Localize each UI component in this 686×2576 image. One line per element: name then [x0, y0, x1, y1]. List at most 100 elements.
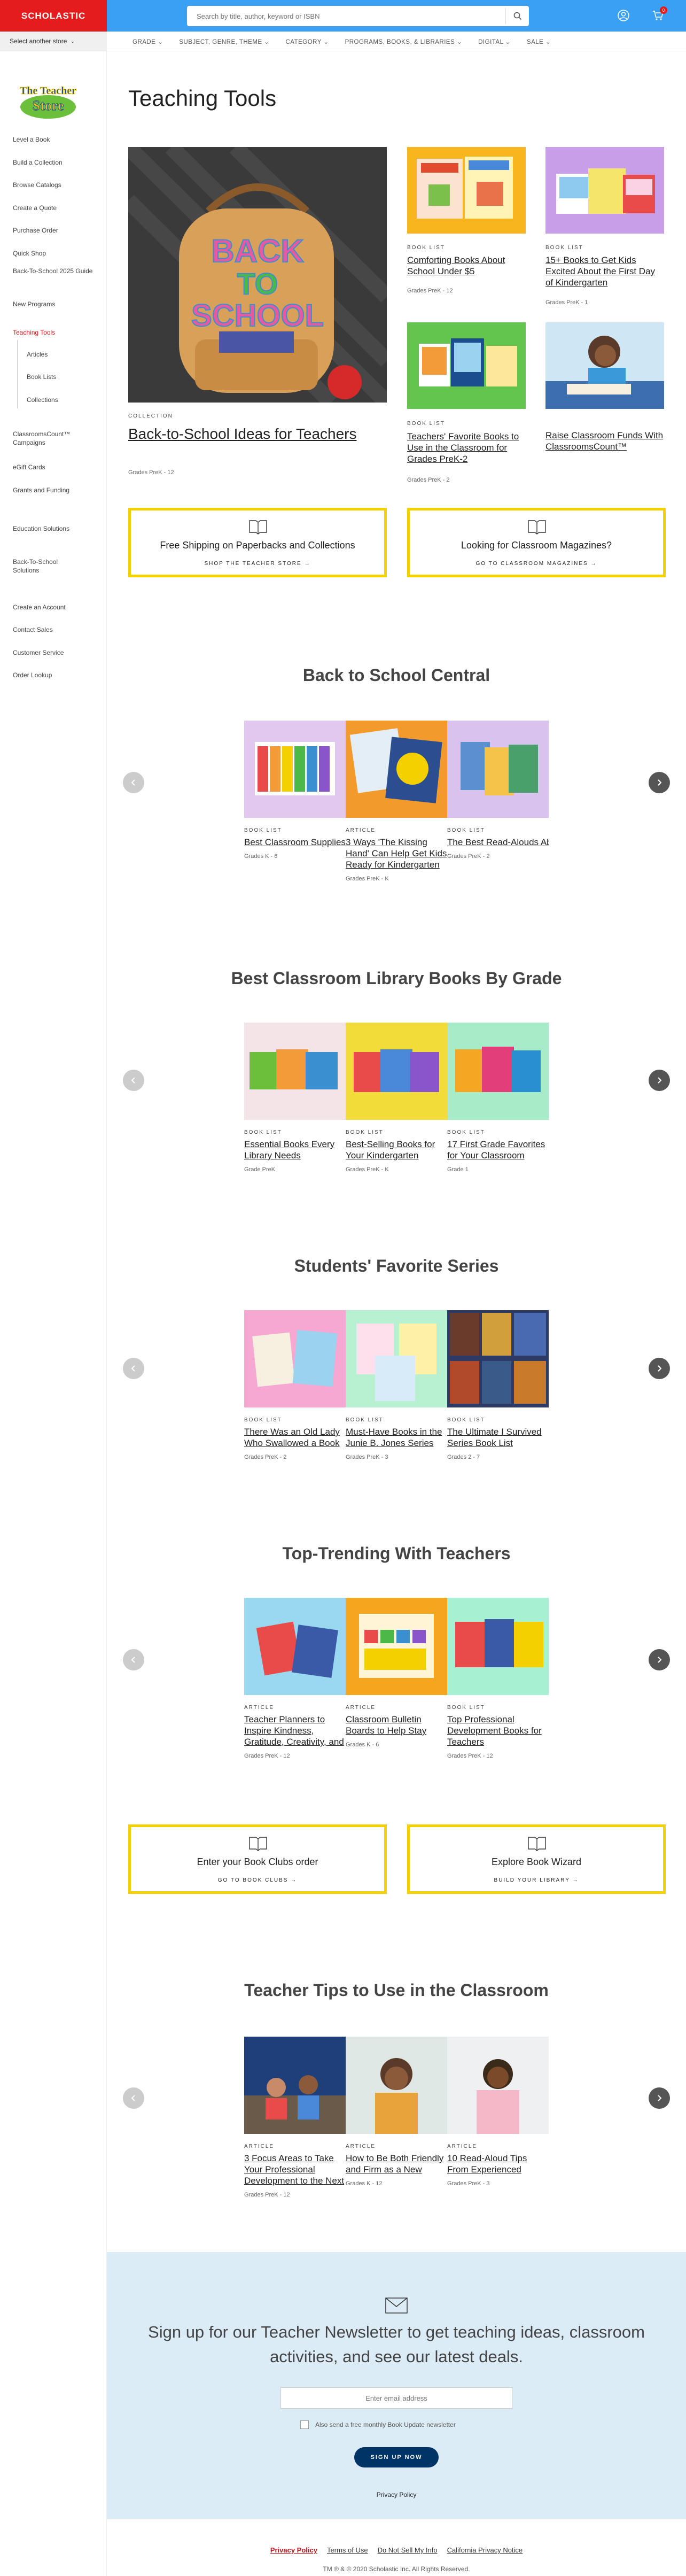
promo-link[interactable]: GO TO BOOK CLUBS →: [218, 1877, 297, 1883]
promo-classroom-magazines[interactable]: Looking for Classroom Magazines? GO TO C…: [407, 508, 666, 577]
promo-link[interactable]: BUILD YOUR LIBRARY →: [494, 1877, 579, 1883]
carousel-prev-button[interactable]: [123, 1649, 144, 1670]
book-update-checkbox[interactable]: [300, 2420, 309, 2429]
sidebar-create-account[interactable]: Create an Account: [13, 603, 104, 612]
email-field[interactable]: [280, 2387, 512, 2409]
featured-title-1[interactable]: Comforting Books About School Under $5: [407, 254, 526, 277]
carousel-card[interactable]: ARTICLE How to Be Both Friendly and Firm…: [346, 2037, 447, 2187]
promo-link[interactable]: GO TO CLASSROOM MAGAZINES →: [476, 561, 597, 567]
sidebar-egift-cards[interactable]: eGift Cards: [13, 463, 104, 471]
card-title[interactable]: 10 Read-Aloud Tips From Experienced Teac…: [447, 2153, 549, 2175]
carousel-card[interactable]: BOOK LIST Essential Books Every Library …: [244, 1023, 346, 1173]
teacher-store-logo[interactable]: The Teacher Store: [15, 82, 84, 121]
featured-title-4[interactable]: Raise Classroom Funds With ClassroomsCou…: [545, 430, 664, 452]
sidebar-new-programs[interactable]: New Programs: [13, 300, 104, 308]
cart-button[interactable]: 0: [650, 6, 667, 24]
card-title[interactable]: Best Classroom Supplies Under $5: [244, 837, 346, 848]
sidebar-teaching-tools[interactable]: Teaching Tools: [13, 328, 104, 337]
card-title[interactable]: How to Be Both Friendly and Firm as a Ne…: [346, 2153, 447, 2175]
carousel-next-button[interactable]: [649, 2087, 670, 2109]
sidebar-bts-guide[interactable]: Back-To-School 2025 Guide: [13, 267, 98, 275]
card-title[interactable]: There Was an Old Lady Who Swallowed a Bo…: [244, 1426, 346, 1449]
featured-image-4[interactable]: [545, 322, 664, 409]
featured-image-2[interactable]: [545, 147, 664, 234]
carousel-card[interactable]: ARTICLE Classroom Bulletin Boards to Hel…: [346, 1598, 447, 1748]
carousel-next-button[interactable]: [649, 772, 670, 793]
sidebar-build-collection[interactable]: Build a Collection: [13, 158, 104, 167]
card-title[interactable]: Must-Have Books in the Junie B. Jones Se…: [346, 1426, 447, 1449]
sidebar-bts-solutions[interactable]: Back-To-School Solutions: [13, 558, 82, 575]
sidebar-contact-sales[interactable]: Contact Sales: [13, 625, 104, 634]
sidebar-level-a-book[interactable]: Level a Book: [13, 135, 104, 144]
carousel-prev-button[interactable]: [123, 772, 144, 793]
search-input[interactable]: [187, 6, 505, 26]
promo-link[interactable]: SHOP THE TEACHER STORE →: [205, 561, 311, 567]
footer-terms[interactable]: Terms of Use: [327, 2546, 368, 2554]
card-title[interactable]: Top Professional Development Books for T…: [447, 1714, 549, 1747]
card-title[interactable]: 17 First Grade Favorites for Your Classr…: [447, 1139, 549, 1161]
card-title[interactable]: The Ultimate I Survived Series Book List: [447, 1426, 549, 1449]
sidebar-purchase-order[interactable]: Purchase Order: [13, 226, 104, 235]
carousel-next-button[interactable]: [649, 1649, 670, 1670]
card-title[interactable]: Best-Selling Books for Your Kindergarten…: [346, 1139, 447, 1161]
card-title[interactable]: The Best Read-Alouds About Going to Scho…: [447, 837, 549, 848]
nav-programs[interactable]: PROGRAMS, BOOKS, & LIBRARIES ⌄: [345, 38, 463, 45]
nav-grade[interactable]: GRADE ⌄: [132, 38, 163, 45]
sidebar-quick-shop[interactable]: Quick Shop: [13, 249, 104, 258]
sidebar-order-lookup[interactable]: Order Lookup: [13, 671, 104, 679]
search-button[interactable]: [505, 8, 529, 24]
sidebar-sub-articles[interactable]: Articles: [27, 351, 48, 358]
store-selector[interactable]: Select another store ⌄: [0, 32, 107, 51]
footer-privacy-policy[interactable]: Privacy Policy: [270, 2546, 317, 2554]
promo-book-clubs[interactable]: Enter your Book Clubs order GO TO BOOK C…: [128, 1824, 387, 1894]
card-title[interactable]: Essential Books Every Library Needs: [244, 1139, 346, 1161]
carousel-card[interactable]: ARTICLE 3 Ways 'The Kissing Hand' Can He…: [346, 721, 447, 882]
card-title[interactable]: 3 Ways 'The Kissing Hand' Can Help Get K…: [346, 837, 447, 870]
carousel-card[interactable]: BOOK LIST Must-Have Books in the Junie B…: [346, 1310, 447, 1460]
carousel-card[interactable]: BOOK LIST There Was an Old Lady Who Swal…: [244, 1310, 346, 1460]
sidebar-create-quote[interactable]: Create a Quote: [13, 204, 104, 212]
carousel-next-button[interactable]: [649, 1358, 670, 1379]
footer-do-not-sell[interactable]: Do Not Sell My Info: [378, 2546, 438, 2554]
footer-california-privacy[interactable]: California Privacy Notice: [447, 2546, 523, 2554]
featured-title-3[interactable]: Teachers' Favorite Books to Use in the C…: [407, 431, 526, 465]
nav-subject[interactable]: SUBJECT, GENRE, THEME ⌄: [179, 38, 269, 45]
sidebar-sub-book-lists[interactable]: Book Lists: [27, 373, 56, 381]
promo-free-shipping[interactable]: Free Shipping on Paperbacks and Collecti…: [128, 508, 387, 577]
sidebar-grants[interactable]: Grants and Funding: [13, 486, 104, 494]
featured-image-1[interactable]: [407, 147, 526, 234]
featured-title-2[interactable]: 15+ Books to Get Kids Excited About the …: [545, 254, 664, 288]
carousel-card[interactable]: BOOK LIST Best Classroom Supplies Under …: [244, 721, 346, 860]
card-title[interactable]: Teacher Planners to Inspire Kindness, Gr…: [244, 1714, 346, 1747]
card-title[interactable]: 3 Focus Areas to Take Your Professional …: [244, 2153, 346, 2186]
newsletter-privacy-link[interactable]: Privacy Policy: [107, 2491, 686, 2498]
carousel-card[interactable]: BOOK LIST The Best Read-Alouds About Goi…: [447, 721, 549, 860]
featured-image-3[interactable]: [407, 322, 526, 409]
carousel-card[interactable]: ARTICLE Teacher Planners to Inspire Kind…: [244, 1598, 346, 1759]
sidebar-browse-catalogs[interactable]: Browse Catalogs: [13, 181, 104, 189]
hero-image[interactable]: BACK TO SCHOOL: [128, 147, 387, 403]
scholastic-logo[interactable]: SCHOLASTIC: [0, 0, 107, 32]
carousel-prev-button[interactable]: [123, 1358, 144, 1379]
carousel-card[interactable]: BOOK LIST Best-Selling Books for Your Ki…: [346, 1023, 447, 1173]
carousel-prev-button[interactable]: [123, 2087, 144, 2109]
carousel-prev-button[interactable]: [123, 1070, 144, 1091]
nav-sale[interactable]: SALE ⌄: [527, 38, 551, 45]
newsletter-checkbox-row[interactable]: Also send a free monthly Book Update new…: [300, 2420, 456, 2429]
sign-up-button[interactable]: SIGN UP NOW: [354, 2447, 439, 2467]
carousel-next-button[interactable]: [649, 1070, 670, 1091]
carousel-card[interactable]: ARTICLE 10 Read-Aloud Tips From Experien…: [447, 2037, 549, 2187]
carousel-card[interactable]: BOOK LIST Top Professional Development B…: [447, 1598, 549, 1759]
carousel-card[interactable]: ARTICLE 3 Focus Areas to Take Your Profe…: [244, 2037, 346, 2198]
sidebar-classroomscount[interactable]: ClassroomsCount™ Campaigns: [13, 430, 93, 447]
nav-digital[interactable]: DIGITAL ⌄: [478, 38, 511, 45]
hero-title[interactable]: Back-to-School Ideas for Teachers: [128, 425, 379, 443]
nav-category[interactable]: CATEGORY ⌄: [285, 38, 329, 45]
carousel-card[interactable]: BOOK LIST The Ultimate I Survived Series…: [447, 1310, 549, 1460]
sidebar-customer-service[interactable]: Customer Service: [13, 648, 104, 657]
card-title[interactable]: Classroom Bulletin Boards to Help Stay O…: [346, 1714, 447, 1736]
sidebar-education-solutions[interactable]: Education Solutions: [13, 524, 104, 533]
sidebar-sub-collections[interactable]: Collections: [27, 396, 58, 404]
carousel-card[interactable]: BOOK LIST 17 First Grade Favorites for Y…: [447, 1023, 549, 1173]
account-button[interactable]: [615, 7, 632, 24]
